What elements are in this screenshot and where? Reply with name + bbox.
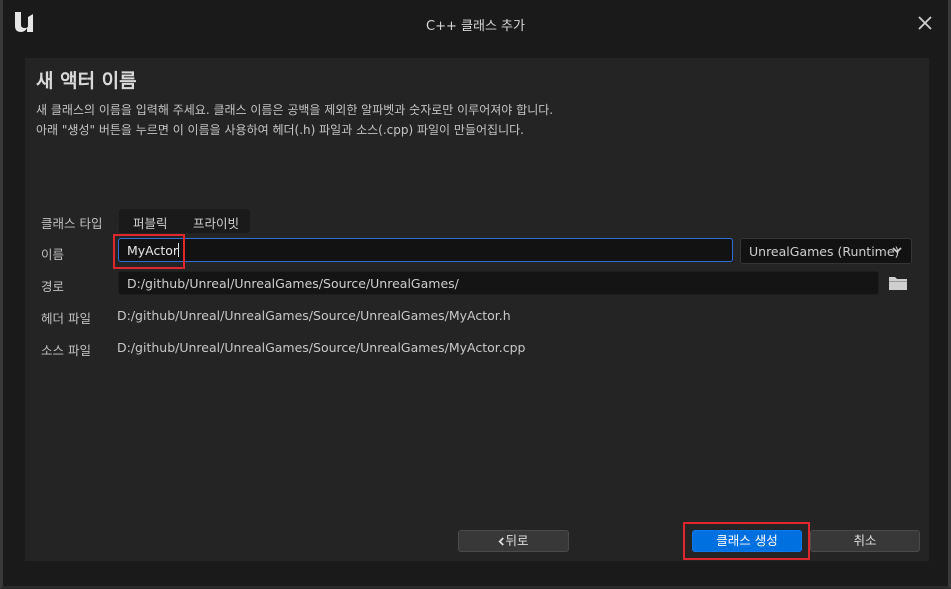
header-file-label: 헤더 파일	[41, 311, 91, 326]
module-dropdown-value: UnrealGames (Runtime)	[749, 244, 900, 259]
create-class-button[interactable]: 클래스 생성	[692, 530, 802, 552]
dialog-window: C++ 클래스 추가 새 액터 이름 새 클래스의 이름을 입력해 주세요. 클…	[0, 0, 951, 589]
description-line-1: 새 클래스의 이름을 입력해 주세요. 클래스 이름은 공백을 제외한 알파벳과…	[36, 103, 554, 117]
class-type-selector: 퍼블릭 프라이빗	[119, 209, 250, 233]
title-bar: C++ 클래스 추가	[3, 0, 948, 47]
class-type-public-option[interactable]: 퍼블릭	[133, 213, 168, 232]
window-title: C++ 클래스 추가	[426, 19, 525, 34]
class-type-private-option[interactable]: 프라이빗	[193, 213, 239, 232]
close-icon[interactable]	[914, 12, 936, 34]
path-input[interactable]: D:/github/Unreal/UnrealGames/Source/Unre…	[118, 271, 879, 295]
cancel-button[interactable]: 취소	[810, 530, 920, 552]
folder-icon[interactable]	[888, 275, 908, 291]
path-label: 경로	[41, 279, 65, 294]
source-file-label: 소스 파일	[41, 343, 91, 358]
content-panel: 새 액터 이름 새 클래스의 이름을 입력해 주세요. 클래스 이름은 공백을 …	[25, 58, 929, 561]
description-line-2: 아래 "생성" 버튼을 누르면 이 이름을 사용하여 헤더(.h) 파일과 소스…	[36, 123, 524, 137]
class-name-input[interactable]: MyActor	[118, 238, 733, 262]
back-button[interactable]: 뒤로	[458, 530, 569, 552]
module-dropdown[interactable]: UnrealGames (Runtime)	[740, 238, 912, 264]
page-title: 새 액터 이름	[36, 70, 137, 92]
chevron-down-icon	[892, 247, 902, 254]
header-file-path: D:/github/Unreal/UnrealGames/Source/Unre…	[117, 308, 511, 323]
class-name-value: MyActor	[127, 243, 179, 258]
source-file-path: D:/github/Unreal/UnrealGames/Source/Unre…	[117, 340, 526, 355]
class-type-label: 클래스 타입	[41, 216, 103, 231]
back-button-label: 뒤로	[505, 533, 529, 548]
name-label: 이름	[41, 247, 65, 262]
text-caret	[178, 243, 180, 257]
